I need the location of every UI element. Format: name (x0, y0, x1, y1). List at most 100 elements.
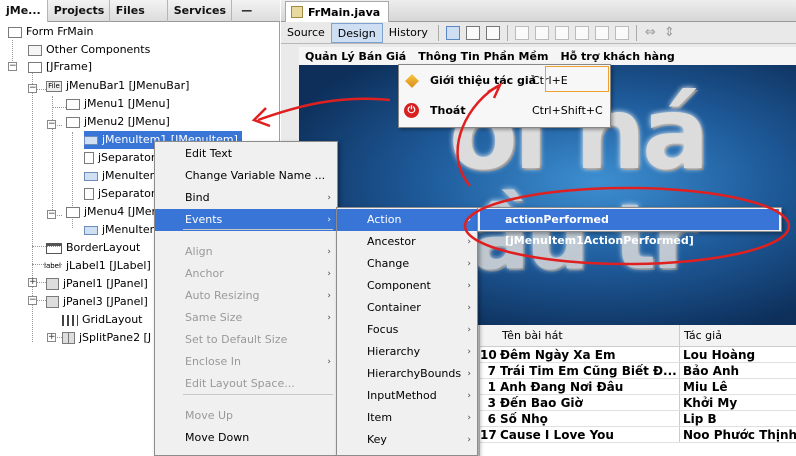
table-row[interactable]: 7 Trái Tim Em Cũng Biết Đ... Bảo Anh (480, 363, 796, 379)
align-top-icon[interactable] (574, 25, 589, 40)
tab-services[interactable]: Services (168, 0, 232, 22)
preview-icon[interactable] (485, 25, 500, 40)
event-item-item[interactable]: Item › (337, 407, 477, 429)
menu-ho-tro[interactable]: Hỗ trợ khách hàng (554, 50, 680, 63)
source-button[interactable]: Source (281, 23, 331, 43)
context-item-align[interactable]: Align › (155, 241, 337, 263)
tree-node-form[interactable]: Form FrMain (8, 23, 94, 41)
editor-tab-frmain[interactable]: FrMain.java (285, 1, 390, 22)
tree-node-jmenubar1[interactable]: File jMenuBar1 [JMenuBar] (46, 77, 189, 95)
tree-node-jmenuitem[interactable]: jMenuItem (84, 167, 160, 185)
tree-node-label: jMenu1 [JMenu] (84, 97, 170, 110)
shortcut-edit-box[interactable] (545, 66, 609, 92)
tree-node-label: jPanel3 [JPanel] (63, 295, 148, 308)
event-item-ancestor[interactable]: Ancestor › (337, 231, 477, 253)
connection-mode-icon[interactable] (465, 25, 480, 40)
resize-vertical-icon[interactable]: ⇕ (664, 25, 675, 40)
tree-node-other-components[interactable]: Other Components (28, 41, 150, 59)
expand-toggle-icon[interactable]: + (47, 333, 56, 342)
context-item-events[interactable]: Events › (155, 209, 337, 231)
history-button[interactable]: History (383, 23, 434, 43)
tab-projects[interactable]: Projects (48, 0, 110, 22)
column-header-author[interactable]: Tác giả (680, 325, 796, 346)
left-tab-bar: jMe... Projects Files Services — (0, 0, 280, 22)
submenu-arrow-icon: › (327, 269, 331, 279)
tree-node-jmenu2[interactable]: jMenu2 [JMenu] (66, 113, 170, 131)
tab-files[interactable]: Files (110, 0, 168, 22)
submenu-arrow-icon: › (327, 313, 331, 323)
event-item-hierarchybounds[interactable]: HierarchyBounds › (337, 363, 477, 385)
table-row[interactable]: 10 Đêm Ngày Xa Em Lou Hoàng (480, 347, 796, 363)
menu-item-exit[interactable]: ⏻ Thoát Ctrl+Shift+C (399, 97, 610, 125)
tree-node-jlabel1[interactable]: label jLabel1 [JLabel] (44, 257, 151, 275)
tree-node-jseparator[interactable]: jSeparator (84, 185, 155, 203)
resize-horizontal-icon[interactable]: ⇔ (645, 25, 656, 40)
selection-mode-icon[interactable] (445, 25, 460, 40)
menu-thong-tin[interactable]: Thông Tin Phần Mềm (412, 50, 554, 63)
context-item-anchor[interactable]: Anchor › (155, 263, 337, 285)
context-item-bind[interactable]: Bind › (155, 187, 337, 209)
event-item-focus[interactable]: Focus › (337, 319, 477, 341)
column-header-song[interactable]: Tên bài hát (480, 325, 680, 346)
menu-item-shortcut: Ctrl+Shift+C (532, 104, 603, 117)
center-vertical-icon[interactable] (614, 25, 629, 40)
context-item-edit-layout-space[interactable]: Edit Layout Space... (155, 373, 337, 395)
table-row[interactable]: 3 Đến Bao Giờ Khởi My (480, 395, 796, 411)
event-item-component[interactable]: Component › (337, 275, 477, 297)
collapse-toggle-icon[interactable]: − (47, 210, 56, 219)
tree-node-jpanel3[interactable]: jPanel3 [JPanel] (46, 293, 148, 311)
design-button[interactable]: Design (330, 22, 383, 43)
song-cell: Đêm Ngày Xa Em (498, 347, 680, 362)
context-item-move-up[interactable]: Move Up (155, 405, 337, 427)
context-item-label: Edit Layout Space... (185, 377, 295, 390)
tree-node-label: jSplitPane2 [J (79, 331, 152, 344)
context-item-move-down[interactable]: Move Down (155, 427, 337, 449)
context-item-label: Move Down (185, 431, 250, 444)
tree-node-borderlayout[interactable]: BorderLayout (46, 239, 140, 257)
table-row[interactable]: 6 Số Nhọ Lip B (480, 411, 796, 427)
tab-navigator[interactable]: jMe... (0, 0, 48, 22)
event-item-key[interactable]: Key › (337, 429, 477, 451)
author-cell: Khởi My (683, 396, 738, 410)
tree-node-jframe[interactable]: [JFrame] (28, 58, 92, 76)
expand-toggle-icon[interactable]: + (28, 278, 37, 287)
minimize-icon[interactable]: — (232, 0, 262, 22)
context-item-set-to-default-size[interactable]: Set to Default Size (155, 329, 337, 351)
submenu-arrow-icon: › (467, 347, 471, 357)
tree-node-jmenuitem[interactable]: jMenuItem (84, 221, 160, 239)
song-cell: Cause I Love You (498, 427, 680, 442)
tree-node-gridlayout[interactable]: GridLayout (62, 311, 142, 329)
align-right-icon[interactable] (534, 25, 549, 40)
context-item-change-variable-name[interactable]: Change Variable Name ... (155, 165, 337, 187)
grid-layout-icon (62, 314, 78, 326)
table-row[interactable]: 17 Cause I Love You Noo Phước Thịnh (480, 427, 796, 443)
event-item-container[interactable]: Container › (337, 297, 477, 319)
context-item-label: Change Variable Name ... (185, 169, 326, 182)
event-item-change[interactable]: Change › (337, 253, 477, 275)
frame-icon (28, 61, 42, 73)
collapse-toggle-icon[interactable]: − (28, 296, 37, 305)
align-left-icon[interactable] (514, 25, 529, 40)
align-bottom-icon[interactable] (594, 25, 609, 40)
action-submenu: actionPerformed [jMenuItem1ActionPerform… (477, 207, 782, 247)
tree-node-jmenu1[interactable]: jMenu1 [JMenu] (66, 95, 170, 113)
center-horizontal-icon[interactable] (554, 25, 569, 40)
tree-node-label: jMenuBar1 [JMenuBar] (66, 79, 190, 92)
context-item-auto-resizing[interactable]: Auto Resizing › (155, 285, 337, 307)
collapse-toggle-icon[interactable]: − (47, 120, 56, 129)
collapse-toggle-icon[interactable]: − (28, 84, 37, 93)
context-item-edit-text[interactable]: Edit Text (155, 143, 337, 165)
menu-item-action-performed[interactable]: actionPerformed [jMenuItem1ActionPerform… (480, 209, 779, 247)
event-item-hierarchy[interactable]: Hierarchy › (337, 341, 477, 363)
context-item-enclose-in[interactable]: Enclose In › (155, 351, 337, 373)
submenu-arrow-icon: › (467, 325, 471, 335)
table-row[interactable]: 1 Anh Đang Nơi Đâu Miu Lê (480, 379, 796, 395)
tree-node-jpanel1[interactable]: jPanel1 [JPanel] (46, 275, 148, 293)
collapse-toggle-icon[interactable]: − (8, 62, 17, 71)
context-item-same-size[interactable]: Same Size › (155, 307, 337, 329)
tree-node-jsplitpane2[interactable]: jSplitPane2 [J (62, 329, 151, 347)
event-item-inputmethod[interactable]: InputMethod › (337, 385, 477, 407)
tree-node-jseparator[interactable]: jSeparator (84, 149, 155, 167)
event-item-action[interactable]: Action › (337, 209, 477, 231)
menu-quan-ly[interactable]: Quản Lý Bán Giá (299, 50, 412, 63)
